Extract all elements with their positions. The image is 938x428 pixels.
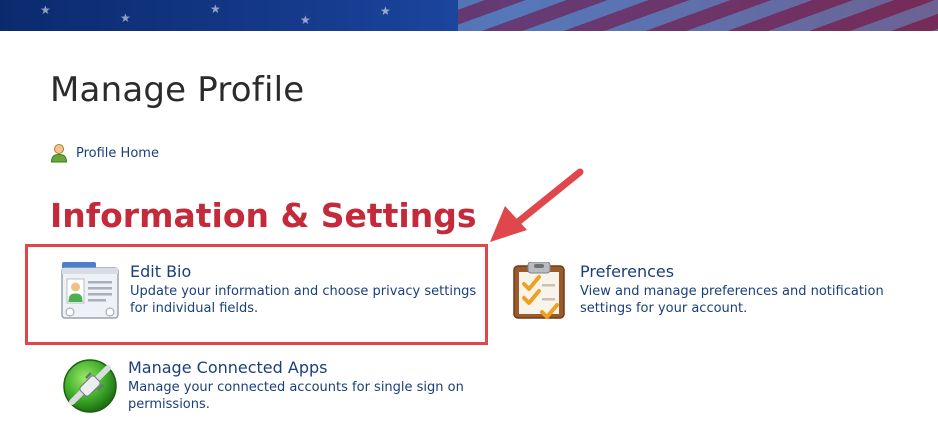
page-title: Manage Profile	[50, 70, 305, 110]
connected-apps-item[interactable]: Manage Connected Apps Manage your connec…	[62, 358, 488, 418]
banner-star: ★	[300, 13, 311, 27]
id-card-icon	[60, 262, 120, 324]
connected-apps-description: Manage your connected accounts for singl…	[128, 380, 464, 412]
banner-star: ★	[380, 4, 391, 18]
clipboard-checklist-icon	[512, 261, 570, 324]
banner-star: ★	[210, 2, 221, 16]
profile-home-link[interactable]: Profile Home	[50, 143, 159, 163]
section-heading: Information & Settings	[50, 196, 477, 235]
person-icon	[50, 143, 68, 163]
banner-star: ★	[40, 3, 51, 17]
connected-apps-link[interactable]: Manage Connected Apps	[128, 358, 488, 378]
banner-star: ★	[120, 11, 131, 25]
banner-flag-stripes	[458, 0, 938, 31]
preferences-link[interactable]: Preferences	[580, 262, 910, 282]
preferences-item[interactable]: Preferences View and manage preferences …	[512, 261, 910, 324]
edit-bio-link[interactable]: Edit Bio	[130, 262, 490, 282]
edit-bio-description: Update your information and choose priva…	[130, 284, 477, 316]
preferences-description: View and manage preferences and notifica…	[580, 284, 884, 316]
profile-home-label[interactable]: Profile Home	[76, 146, 159, 161]
plug-connection-icon	[62, 358, 118, 418]
header-banner: ★ ★ ★ ★ ★	[0, 0, 938, 31]
edit-bio-item[interactable]: Edit Bio Update your information and cho…	[60, 262, 490, 324]
